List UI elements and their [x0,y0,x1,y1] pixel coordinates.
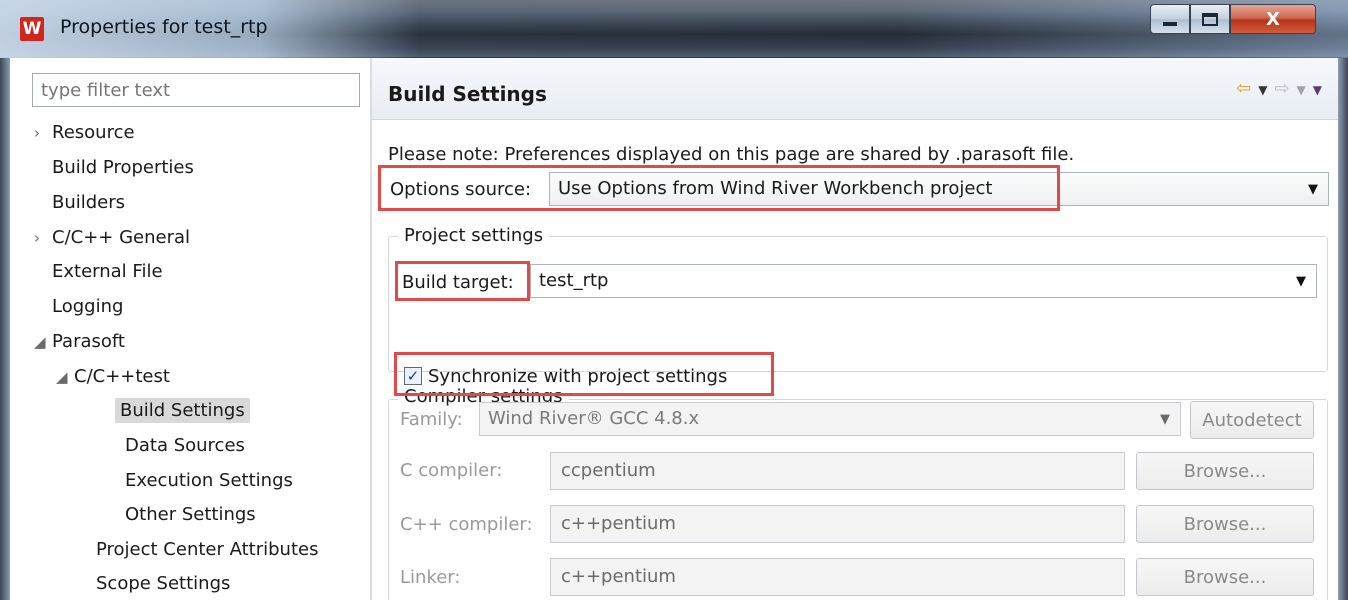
c-compiler-browse-button[interactable]: Browse... [1136,452,1314,490]
shared-preferences-note: Please note: Preferences displayed on th… [388,144,1075,165]
c-compiler-field[interactable]: ccpentium [550,452,1125,490]
back-arrow-icon[interactable]: ⇦ [1236,78,1251,99]
window-title: Properties for test_rtp [60,16,268,38]
filter-input[interactable] [32,73,360,107]
build-target-value: test_rtp [539,270,609,291]
tree-item-cpptest[interactable]: ◢ C/C++test [56,364,170,390]
tree-item-label: Build Settings [115,398,250,423]
tree-item-project-center-attributes[interactable]: Project Center Attributes [96,537,318,563]
family-label: Family: [400,409,463,430]
back-history-dropdown-icon[interactable]: ▼ [1258,83,1267,97]
tree-item-builders[interactable]: Builders [52,190,125,216]
tree-item-build-settings[interactable]: Build Settings [115,398,250,424]
tree-item-other-settings[interactable]: Other Settings [125,502,256,528]
tree-item-label: C/C++ General [52,227,191,248]
forward-history-dropdown-icon[interactable]: ▼ [1297,83,1306,97]
history-nav: ⇦ ▼ ⇨ ▼ ▼ [1229,78,1322,99]
highlight-options-source [378,165,1060,211]
tree-item-logging[interactable]: Logging [52,294,123,320]
app-logo-icon: W [20,17,44,41]
minimize-icon [1163,22,1177,26]
linker-label: Linker: [400,567,461,588]
tree-item-label: External File [52,261,163,282]
title-bar[interactable]: W Properties for test_rtp X [0,0,1348,58]
window-frame-right [1338,58,1348,600]
highlight-build-target [395,261,530,301]
highlight-synchronize [394,352,774,396]
page-header: Build Settings ⇦ ▼ ⇨ ▼ ▼ [372,58,1338,120]
view-menu-icon[interactable]: ▼ [1313,83,1322,97]
cpp-compiler-field[interactable]: c++pentium [550,505,1125,543]
maximize-icon [1202,12,1218,26]
tree-item-label: Data Sources [125,435,245,456]
page-title: Build Settings [388,82,547,106]
tree-item-label: Build Properties [52,157,194,178]
tree-item-label: Logging [52,296,124,317]
autodetect-button[interactable]: Autodetect [1190,401,1314,439]
tree-item-scope-settings[interactable]: Scope Settings [96,571,230,597]
tree-item-parasoft[interactable]: ◢ Parasoft [34,329,125,355]
tree-item-build-properties[interactable]: Build Properties [52,155,194,181]
family-combo[interactable]: Wind River® GCC 4.8.x ▼ [479,402,1181,436]
tree-item-resource[interactable]: › Resource [34,120,135,146]
collapse-arrow-icon[interactable]: ◢ [34,329,52,355]
property-page: Build Settings ⇦ ▼ ⇨ ▼ ▼ Please note: Prefer… [372,58,1338,600]
tree-item-external-file[interactable]: External File [52,259,163,285]
c-compiler-label: C compiler: [400,460,503,481]
chevron-down-icon: ▼ [1308,182,1318,197]
forward-arrow-icon[interactable]: ⇨ [1274,78,1289,99]
expand-arrow-icon[interactable]: › [34,225,52,251]
page-content: Please note: Preferences displayed on th… [372,120,1338,600]
tree-item-label: Execution Settings [125,470,293,491]
build-target-combo[interactable]: test_rtp ▼ [530,264,1317,298]
tree-item-label: Other Settings [125,504,256,525]
close-button[interactable]: X [1230,4,1316,34]
chevron-down-icon: ▼ [1296,274,1306,289]
tree-item-data-sources[interactable]: Data Sources [125,433,245,459]
chevron-down-icon: ▼ [1160,412,1170,427]
family-value: Wind River® GCC 4.8.x [488,408,700,429]
window-frame-left [0,58,10,600]
property-nav-pane: ›Resource Build Properties Builders ›C/C… [10,58,370,600]
tree-item-cpp-general[interactable]: › C/C++ General [34,225,190,251]
cpp-compiler-label: C++ compiler: [400,514,533,535]
maximize-button[interactable] [1190,4,1230,34]
tree-item-label: Project Center Attributes [96,539,319,560]
linker-browse-button[interactable]: Browse... [1136,558,1314,596]
linker-field[interactable]: c++pentium [550,558,1125,596]
tree-item-execution-settings[interactable]: Execution Settings [125,468,293,494]
minimize-button[interactable] [1150,4,1190,34]
tree-item-label: Resource [52,122,135,143]
collapse-arrow-icon[interactable]: ◢ [56,364,74,390]
tree-item-label: Scope Settings [96,573,231,594]
expand-arrow-icon[interactable]: › [34,120,52,146]
tree-item-label: Parasoft [52,331,125,352]
cpp-compiler-browse-button[interactable]: Browse... [1136,505,1314,543]
tree-item-label: Builders [52,192,126,213]
tree-item-label: C/C++test [74,366,170,387]
project-settings-title: Project settings [398,225,550,246]
